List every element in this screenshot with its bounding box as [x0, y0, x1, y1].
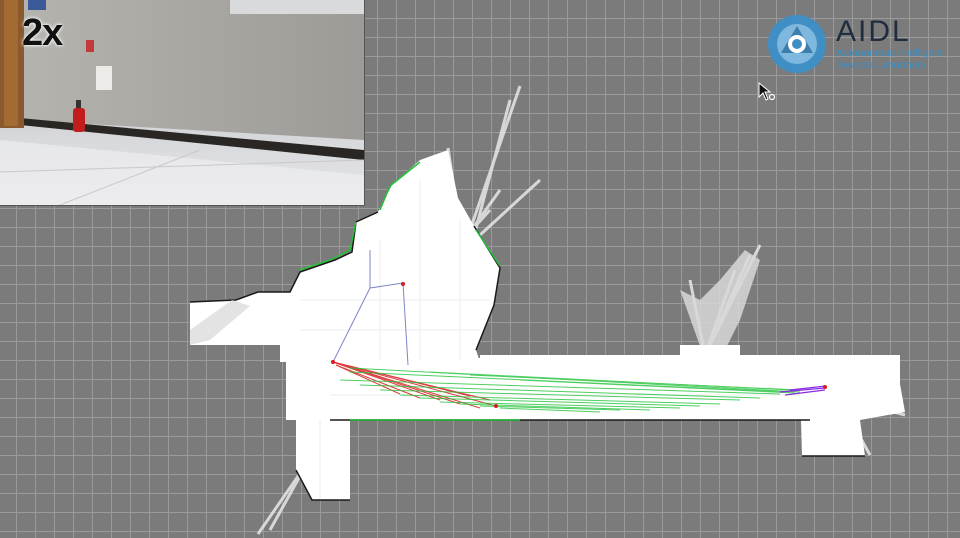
logo-subtitle-line2: Devices Laboratory — [836, 59, 927, 71]
logo-subtitle-line1: Autonomous Intelligent — [836, 47, 943, 59]
mouse-cursor-icon — [758, 82, 776, 101]
logo-title: AIDL — [836, 15, 911, 48]
aidl-logo-icon — [768, 15, 826, 73]
aidl-logo: AIDL Autonomous Intelligent Devices Labo… — [766, 13, 946, 75]
upper-right-ray-fan — [680, 250, 760, 360]
playback-speed-label: 2x — [22, 12, 63, 54]
